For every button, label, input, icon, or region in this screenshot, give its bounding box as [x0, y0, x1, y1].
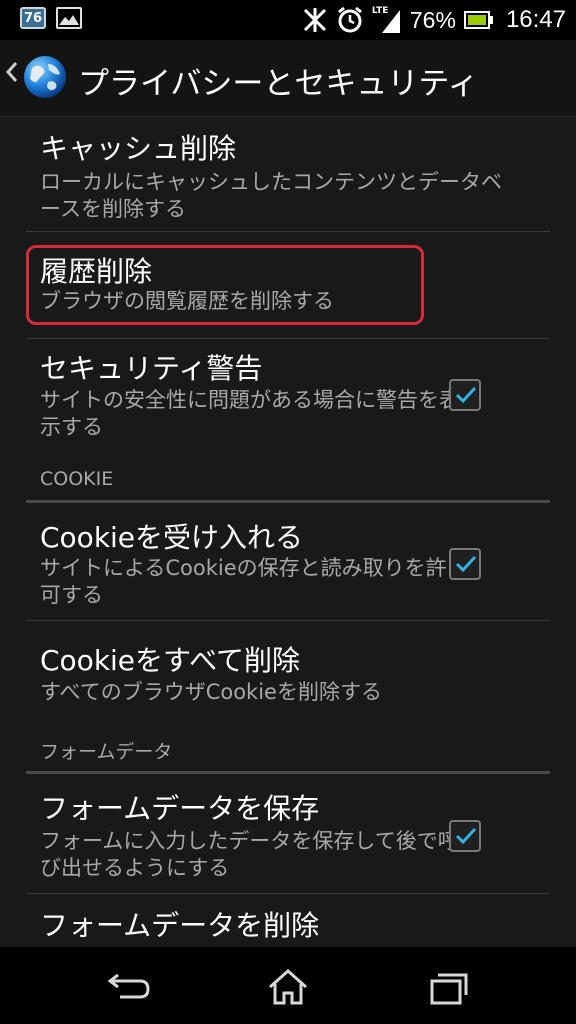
- setting-summary: ブラウザの閲覧履歴を削除する: [40, 289, 334, 313]
- security-warnings-checkbox[interactable]: [449, 379, 481, 411]
- navigation-bar: [0, 947, 576, 1024]
- back-chevron-icon[interactable]: [4, 60, 18, 88]
- notification-badge-count: 76: [23, 10, 43, 26]
- checkmark-icon: [455, 827, 477, 845]
- setting-clear-all-cookies[interactable]: Cookieをすべて削除 すべてのブラウザCookieを削除する: [26, 621, 550, 721]
- setting-title: セキュリティ警告: [40, 352, 263, 385]
- status-bar: 76 LTE 76% 16:47: [0, 0, 576, 40]
- back-arrow-icon: [107, 973, 150, 999]
- browser-globe-icon[interactable]: [22, 54, 68, 104]
- back-button[interactable]: [98, 965, 158, 1009]
- section-header-cookie: COOKIE: [40, 468, 114, 490]
- action-bar: プライバシーとセキュリティ: [0, 40, 576, 117]
- setting-clear-cache[interactable]: キャッシュ削除 ローカルにキャッシュしたコンテンツとデータベースを削除する: [26, 117, 550, 231]
- nfc-icon: [303, 8, 326, 32]
- setting-title: フォームデータを削除: [40, 909, 320, 942]
- setting-title: Cookieをすべて削除: [40, 644, 300, 677]
- signal-strength-icon: LTE: [372, 6, 402, 34]
- recent-apps-button[interactable]: [418, 965, 478, 1009]
- setting-summary: サイトによるCookieの保存と読み取りを許可する: [40, 556, 447, 607]
- remember-form-data-checkbox[interactable]: [449, 820, 481, 852]
- section-divider: [26, 771, 550, 774]
- recent-apps-icon: [430, 973, 468, 1005]
- setting-summary: ローカルにキャッシュしたコンテンツとデータベースを削除する: [40, 170, 502, 221]
- battery-icon: [463, 11, 493, 29]
- battery-percent: 76%: [409, 6, 456, 33]
- image-notification-icon: [56, 7, 82, 29]
- notification-badge-icon: 76: [20, 7, 46, 29]
- setting-clear-history[interactable]: 履歴削除 ブラウザの閲覧履歴を削除する: [26, 232, 550, 338]
- setting-title: キャッシュ削除: [40, 132, 237, 165]
- status-clock: 16:47: [505, 6, 566, 33]
- home-button[interactable]: [258, 965, 318, 1009]
- home-icon: [269, 968, 307, 1005]
- setting-summary: すべてのブラウザCookieを削除する: [40, 680, 382, 704]
- setting-summary: サイトの安全性に問題がある場合に警告を表示する: [40, 388, 460, 439]
- checkmark-icon: [455, 386, 477, 404]
- alarm-clock-icon: [337, 6, 362, 33]
- setting-title: Cookieを受け入れる: [40, 521, 304, 554]
- page-title: プライバシーとセキュリティ: [78, 66, 479, 102]
- settings-list: キャッシュ削除 ローカルにキャッシュしたコンテンツとデータベースを削除する 履歴…: [0, 117, 576, 947]
- accept-cookies-checkbox[interactable]: [449, 548, 481, 580]
- setting-clear-form-data[interactable]: フォームデータを削除: [26, 894, 550, 947]
- section-divider: [26, 500, 550, 503]
- setting-title: フォームデータを保存: [40, 792, 320, 825]
- section-header-form-data: フォームデータ: [40, 741, 173, 763]
- setting-title: 履歴削除: [40, 255, 153, 288]
- checkmark-icon: [455, 555, 477, 573]
- setting-summary: フォームに入力したデータを保存して後で呼び出せるようにする: [40, 829, 459, 880]
